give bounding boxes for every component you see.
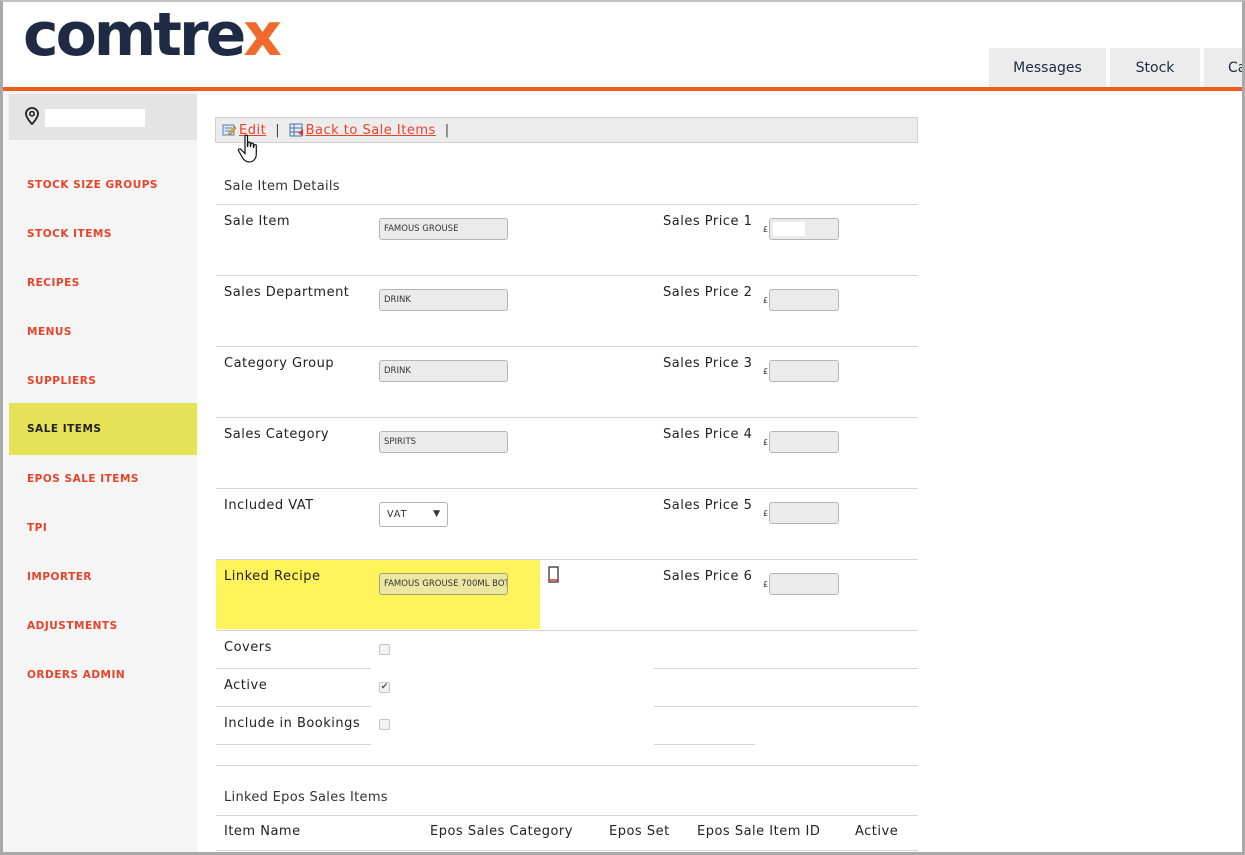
included-vat-value: VAT	[387, 509, 408, 520]
column-item-name[interactable]: Item Name	[224, 824, 301, 839]
section-divider	[216, 765, 918, 766]
sidebar-item-suppliers[interactable]: SUPPLIERS	[9, 356, 197, 405]
column-active[interactable]: Active	[855, 824, 898, 839]
sidebar-menu: STOCK SIZE GROUPS STOCK ITEMS RECIPES ME…	[9, 160, 197, 699]
bookings-divider-right	[654, 744, 755, 745]
sidebar-item-importer[interactable]: IMPORTER	[9, 552, 197, 601]
epos-header-bottom-divider	[216, 850, 918, 851]
sales-price-2-field[interactable]	[769, 289, 839, 311]
sidebar-item-tpi[interactable]: TPI	[9, 503, 197, 552]
sidebar-item-menus[interactable]: MENUS	[9, 307, 197, 356]
sales-price-1-label: Sales Price 1	[663, 214, 753, 229]
hand-cursor-icon	[237, 134, 257, 163]
row-included-vat	[216, 488, 918, 560]
sidebar-item-orders-admin[interactable]: ORDERS ADMIN	[9, 650, 197, 699]
back-to-sale-items-link[interactable]: Back to Sale Items	[306, 123, 436, 138]
currency-symbol: £	[763, 438, 769, 447]
sidebar-item-sale-items[interactable]: SALE ITEMS	[9, 403, 197, 455]
sales-price-1-value	[773, 222, 805, 236]
currency-symbol: £	[763, 367, 769, 376]
sales-department-label: Sales Department	[224, 285, 350, 300]
location-input[interactable]	[45, 109, 145, 127]
sales-price-6-label: Sales Price 6	[663, 569, 753, 584]
toolbar-separator: |	[275, 122, 280, 138]
epos-header-top-divider	[216, 815, 918, 816]
dropdown-arrow-icon: ▼	[433, 509, 441, 519]
bookings-divider-left	[216, 744, 371, 745]
currency-symbol: £	[763, 225, 769, 234]
recipe-link-icon[interactable]	[548, 566, 560, 584]
column-epos-set[interactable]: Epos Set	[609, 824, 670, 839]
linked-recipe-label: Linked Recipe	[224, 569, 321, 584]
active-divider-left	[216, 706, 371, 707]
active-checkbox[interactable]: ✔	[379, 682, 390, 693]
sale-item-details-title: Sale Item Details	[224, 179, 340, 194]
sidebar-item-stock-size-groups[interactable]: STOCK SIZE GROUPS	[9, 160, 197, 209]
sales-price-4-field[interactable]	[769, 431, 839, 453]
sales-category-label: Sales Category	[224, 427, 330, 442]
sales-price-4-label: Sales Price 4	[663, 427, 753, 442]
sales-price-2-label: Sales Price 2	[663, 285, 753, 300]
map-pin-icon	[25, 107, 39, 125]
covers-checkbox[interactable]	[379, 644, 390, 655]
sales-department-field[interactable]: DRINK	[379, 289, 508, 311]
tab-stock[interactable]: Stock	[1110, 48, 1200, 88]
sales-price-6-field[interactable]	[769, 573, 839, 595]
category-group-field[interactable]: DRINK	[379, 360, 508, 382]
sidebar-item-adjustments[interactable]: ADJUSTMENTS	[9, 601, 197, 650]
top-navigation: Messages Stock Ca	[989, 48, 1242, 88]
action-toolbar-wrapper: Edit | Back to Sale Items |	[215, 117, 918, 143]
app-window: comtrex Messages Stock Ca STOCK SIZE GRO…	[0, 0, 1245, 855]
active-divider-right	[654, 706, 918, 707]
sidebar: STOCK SIZE GROUPS STOCK ITEMS RECIPES ME…	[3, 91, 197, 852]
sales-price-5-label: Sales Price 5	[663, 498, 753, 513]
toolbar-separator-end: |	[444, 122, 450, 138]
comtrex-logo[interactable]: comtrex	[23, 4, 282, 66]
currency-symbol: £	[763, 509, 769, 518]
currency-symbol: £	[763, 580, 769, 589]
row-sale-item	[216, 204, 918, 276]
checkmark-icon: ✔	[380, 682, 389, 692]
linked-recipe-field[interactable]: FAMOUS GROUSE 700ML BOTTLE	[379, 573, 508, 595]
sales-price-3-field[interactable]	[769, 360, 839, 382]
include-in-bookings-label: Include in Bookings	[224, 716, 361, 731]
active-label: Active	[224, 678, 268, 693]
currency-symbol: £	[763, 296, 769, 305]
row-linked-recipe	[216, 559, 918, 631]
sales-price-5-field[interactable]	[769, 502, 839, 524]
sidebar-item-epos-sale-items[interactable]: EPOS SALE ITEMS	[9, 454, 197, 503]
covers-divider-right	[654, 668, 918, 669]
sale-item-field[interactable]: FAMOUS GROUSE	[379, 218, 508, 240]
back-list-icon[interactable]	[289, 123, 304, 137]
covers-divider-left	[216, 668, 371, 669]
sale-item-label: Sale Item	[224, 214, 291, 229]
action-toolbar: Edit | Back to Sale Items |	[215, 117, 918, 143]
sales-price-3-label: Sales Price 3	[663, 356, 753, 371]
column-epos-sale-item-id[interactable]: Epos Sale Item ID	[697, 824, 820, 839]
column-epos-sales-category[interactable]: Epos Sales Category	[430, 824, 573, 839]
location-selector[interactable]	[9, 94, 197, 140]
tab-ca[interactable]: Ca	[1204, 48, 1242, 88]
sales-category-field[interactable]: SPIRITS	[379, 431, 508, 453]
covers-label: Covers	[224, 640, 272, 655]
edit-icon[interactable]	[222, 123, 237, 137]
linked-epos-title: Linked Epos Sales Items	[224, 790, 388, 805]
sidebar-item-stock-items[interactable]: STOCK ITEMS	[9, 209, 197, 258]
sidebar-item-recipes[interactable]: RECIPES	[9, 258, 197, 307]
tab-messages[interactable]: Messages	[989, 48, 1106, 88]
include-in-bookings-checkbox[interactable]	[379, 719, 390, 730]
included-vat-label: Included VAT	[224, 498, 314, 513]
category-group-label: Category Group	[224, 356, 335, 371]
included-vat-select[interactable]: VAT ▼	[379, 502, 448, 527]
sales-price-1-field[interactable]	[769, 218, 839, 240]
